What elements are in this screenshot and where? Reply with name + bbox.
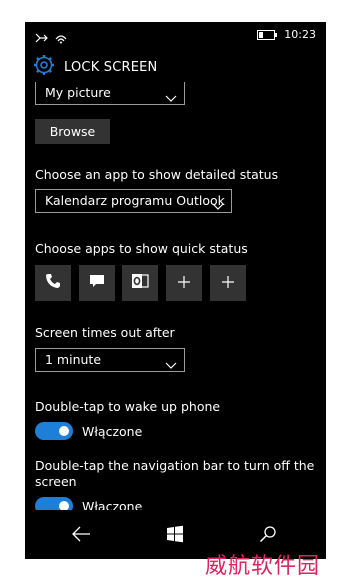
status-bar: 10:23 [25,22,326,48]
battery-icon [257,29,278,40]
double-tap-wake-toggle[interactable] [35,422,73,440]
status-left [35,29,67,48]
settings-content[interactable]: My picture Browse Choose an app to show … [25,82,326,510]
quick-status-outlook[interactable] [122,265,158,301]
detailed-status-dropdown[interactable]: Kalendarz programu Outlook [35,189,232,213]
quick-status-label: Choose apps to show quick status [35,241,248,256]
outlook-icon [131,272,149,294]
search-icon[interactable] [259,525,277,547]
toggle-knob [59,501,69,510]
double-tap-wake-state: Włączone [82,424,143,439]
cellular-icon [35,29,49,48]
quick-status-add-slot[interactable] [210,265,246,301]
detailed-status-label: Choose an app to show detailed status [35,167,279,182]
phone-icon [45,273,61,293]
double-tap-wake-label: Double-tap to wake up phone [35,399,221,414]
background-dropdown-value: My picture [45,85,111,100]
quick-status-add-slot[interactable] [166,265,202,301]
back-icon[interactable] [71,525,91,547]
detailed-status-value: Kalendarz programu Outlook [45,193,225,208]
timeout-value: 1 minute [45,352,102,367]
background-dropdown[interactable]: My picture [35,82,185,105]
message-icon [89,273,105,293]
plus-icon [221,274,235,293]
wifi-icon [55,29,67,48]
browse-button[interactable]: Browse [35,119,110,144]
browse-button-label: Browse [49,124,96,139]
status-time: 10:23 [284,28,316,41]
timeout-dropdown[interactable]: 1 minute [35,348,185,372]
quick-status-messaging[interactable] [79,265,115,301]
chevron-down-icon [165,355,177,377]
page-header: LOCK SCREEN [33,52,157,82]
double-tap-off-label: Double-tap the navigation bar to turn of… [35,458,315,489]
double-tap-off-toggle[interactable] [35,497,73,510]
phone-screen: 10:23 LOCK SCREEN My picture Browse Choo… [25,22,326,559]
quick-status-phone[interactable] [35,265,71,301]
page-title: LOCK SCREEN [64,59,158,75]
status-right: 10:23 [257,28,316,41]
chevron-down-icon [212,196,224,218]
gear-icon [33,54,55,80]
double-tap-off-state: Włączone [82,499,143,510]
timeout-label: Screen times out after [35,325,175,340]
windows-icon[interactable] [166,525,184,547]
toggle-knob [59,426,69,436]
battery-fill [259,31,264,38]
plus-icon [177,274,191,293]
site-watermark: 威航软件园 [205,554,321,579]
chevron-down-icon [165,88,177,109]
